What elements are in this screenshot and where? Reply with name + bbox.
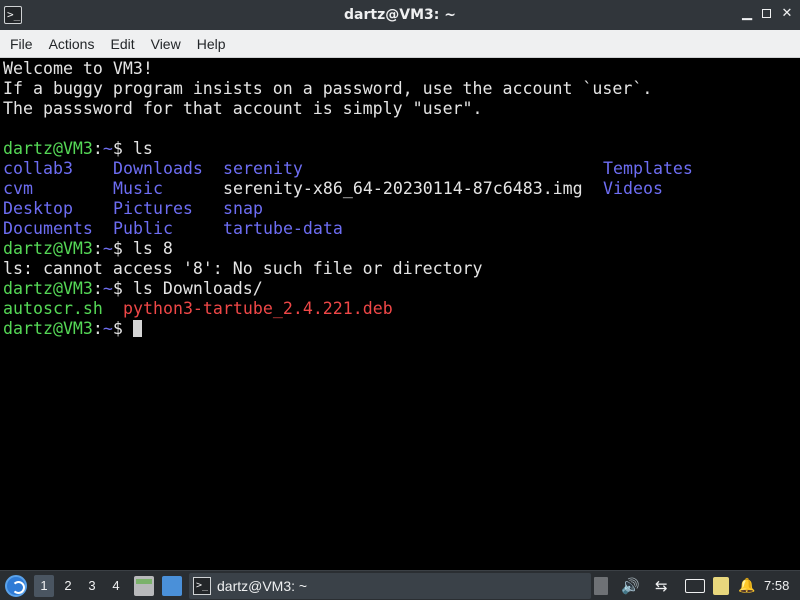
taskbar-task-terminal[interactable]: >_ dartz@VM3: ~ bbox=[189, 573, 591, 599]
ls-output-row: autoscr.sh python3-tartube_2.4.221.deb bbox=[3, 299, 797, 319]
show-desktop-icon[interactable] bbox=[162, 576, 182, 596]
prompt-separator: : bbox=[92, 239, 103, 258]
ls-entry: Desktop bbox=[3, 199, 73, 218]
welcome-line: If a buggy program insists on a password… bbox=[3, 79, 653, 98]
prompt-line: dartz@VM3:~$ bbox=[3, 319, 797, 339]
taskbar: 1 2 3 4 >_ dartz@VM3: ~ 🔊 ⇆ 🔔 7:58 bbox=[0, 570, 800, 600]
workspace-2[interactable]: 2 bbox=[58, 575, 78, 597]
prompt-line: dartz@VM3:~$ ls 8 bbox=[3, 239, 797, 259]
ls-entry-package: python3-tartube_2.4.221.deb bbox=[123, 299, 393, 318]
ls-output-row: collab3 Downloads serenity Templates bbox=[3, 159, 797, 179]
task-label: dartz@VM3: ~ bbox=[217, 578, 308, 594]
menu-file[interactable]: File bbox=[2, 30, 41, 57]
error-line: ls: cannot access '8': No such file or d… bbox=[3, 259, 483, 278]
prompt-separator: : bbox=[92, 319, 103, 338]
command-text: ls bbox=[132, 139, 153, 158]
ls-entry: Documents bbox=[3, 219, 93, 238]
window-titlebar[interactable]: >_ dartz@VM3: ~ ▁ ✕ bbox=[0, 0, 800, 30]
minimize-icon[interactable]: ▁ bbox=[740, 6, 754, 22]
prompt-path: ~ bbox=[102, 319, 113, 338]
prompt-user: dartz@VM3 bbox=[3, 239, 93, 258]
prompt-line: dartz@VM3:~$ ls bbox=[3, 139, 797, 159]
ls-entry: Templates bbox=[603, 159, 693, 178]
prompt-path: ~ bbox=[102, 279, 113, 298]
ls-entry: serenity bbox=[223, 159, 303, 178]
menu-edit[interactable]: Edit bbox=[102, 30, 142, 57]
volume-icon[interactable]: 🔊 bbox=[621, 577, 640, 595]
removable-media-icon[interactable] bbox=[594, 577, 608, 595]
welcome-line: Welcome to VM3! bbox=[3, 59, 153, 78]
ls-entry: cvm bbox=[3, 179, 33, 198]
prompt-end: $ bbox=[112, 139, 133, 158]
keyboard-icon[interactable] bbox=[685, 579, 705, 593]
workspace-4[interactable]: 4 bbox=[106, 575, 126, 597]
ls-output-row: cvm Music serenity-x86_64-20230114-87c6483… bbox=[3, 179, 797, 199]
menu-bar: File Actions Edit View Help bbox=[0, 30, 800, 58]
clipboard-icon[interactable] bbox=[713, 577, 729, 595]
network-icon[interactable]: ⇆ bbox=[655, 577, 677, 595]
prompt-user: dartz@VM3 bbox=[3, 279, 93, 298]
prompt-path: ~ bbox=[102, 139, 113, 158]
prompt-line: dartz@VM3:~$ ls Downloads/ bbox=[3, 279, 797, 299]
prompt-path: ~ bbox=[102, 239, 113, 258]
text-cursor bbox=[132, 320, 142, 337]
terminal-icon: >_ bbox=[193, 577, 211, 595]
menu-view[interactable]: View bbox=[143, 30, 189, 57]
workspace-3[interactable]: 3 bbox=[82, 575, 102, 597]
ls-entry: snap bbox=[223, 199, 263, 218]
notifications-icon[interactable]: 🔔 bbox=[738, 577, 756, 595]
window-controls: ▁ ✕ bbox=[740, 6, 794, 24]
prompt-end: $ bbox=[112, 319, 133, 338]
menu-actions[interactable]: Actions bbox=[41, 30, 103, 57]
ls-entry: Public bbox=[113, 219, 173, 238]
clock[interactable]: 7:58 bbox=[764, 577, 789, 595]
prompt-separator: : bbox=[92, 279, 103, 298]
prompt-user: dartz@VM3 bbox=[3, 319, 93, 338]
ls-output-row: Documents Public tartube-data bbox=[3, 219, 797, 239]
terminal-area[interactable]: Welcome to VM3! If a buggy program insis… bbox=[0, 58, 800, 570]
window-title: dartz@VM3: ~ bbox=[344, 7, 456, 23]
ls-entry: serenity-x86_64-20230114-87c6483.img bbox=[223, 179, 583, 198]
ls-entry: Downloads bbox=[113, 159, 203, 178]
ls-entry: tartube-data bbox=[223, 219, 343, 238]
prompt-end: $ bbox=[112, 279, 133, 298]
file-manager-icon[interactable] bbox=[134, 576, 154, 596]
command-text: ls Downloads/ bbox=[132, 279, 263, 298]
ls-entry: collab3 bbox=[3, 159, 73, 178]
ls-entry-script: autoscr.sh bbox=[3, 299, 103, 318]
prompt-end: $ bbox=[112, 239, 133, 258]
maximize-icon[interactable] bbox=[760, 6, 774, 22]
ls-output-row: Desktop Pictures snap bbox=[3, 199, 797, 219]
ls-entry: Music bbox=[113, 179, 163, 198]
command-text: ls 8 bbox=[132, 239, 173, 258]
workspace-1[interactable]: 1 bbox=[34, 575, 54, 597]
ls-entry: Pictures bbox=[113, 199, 193, 218]
ls-entry: Videos bbox=[603, 179, 663, 198]
menu-help[interactable]: Help bbox=[189, 30, 234, 57]
close-icon[interactable]: ✕ bbox=[780, 6, 794, 22]
prompt-separator: : bbox=[92, 139, 103, 158]
start-menu-icon[interactable] bbox=[5, 575, 27, 597]
prompt-user: dartz@VM3 bbox=[3, 139, 93, 158]
welcome-line: The passsword for that account is simply… bbox=[3, 99, 483, 118]
